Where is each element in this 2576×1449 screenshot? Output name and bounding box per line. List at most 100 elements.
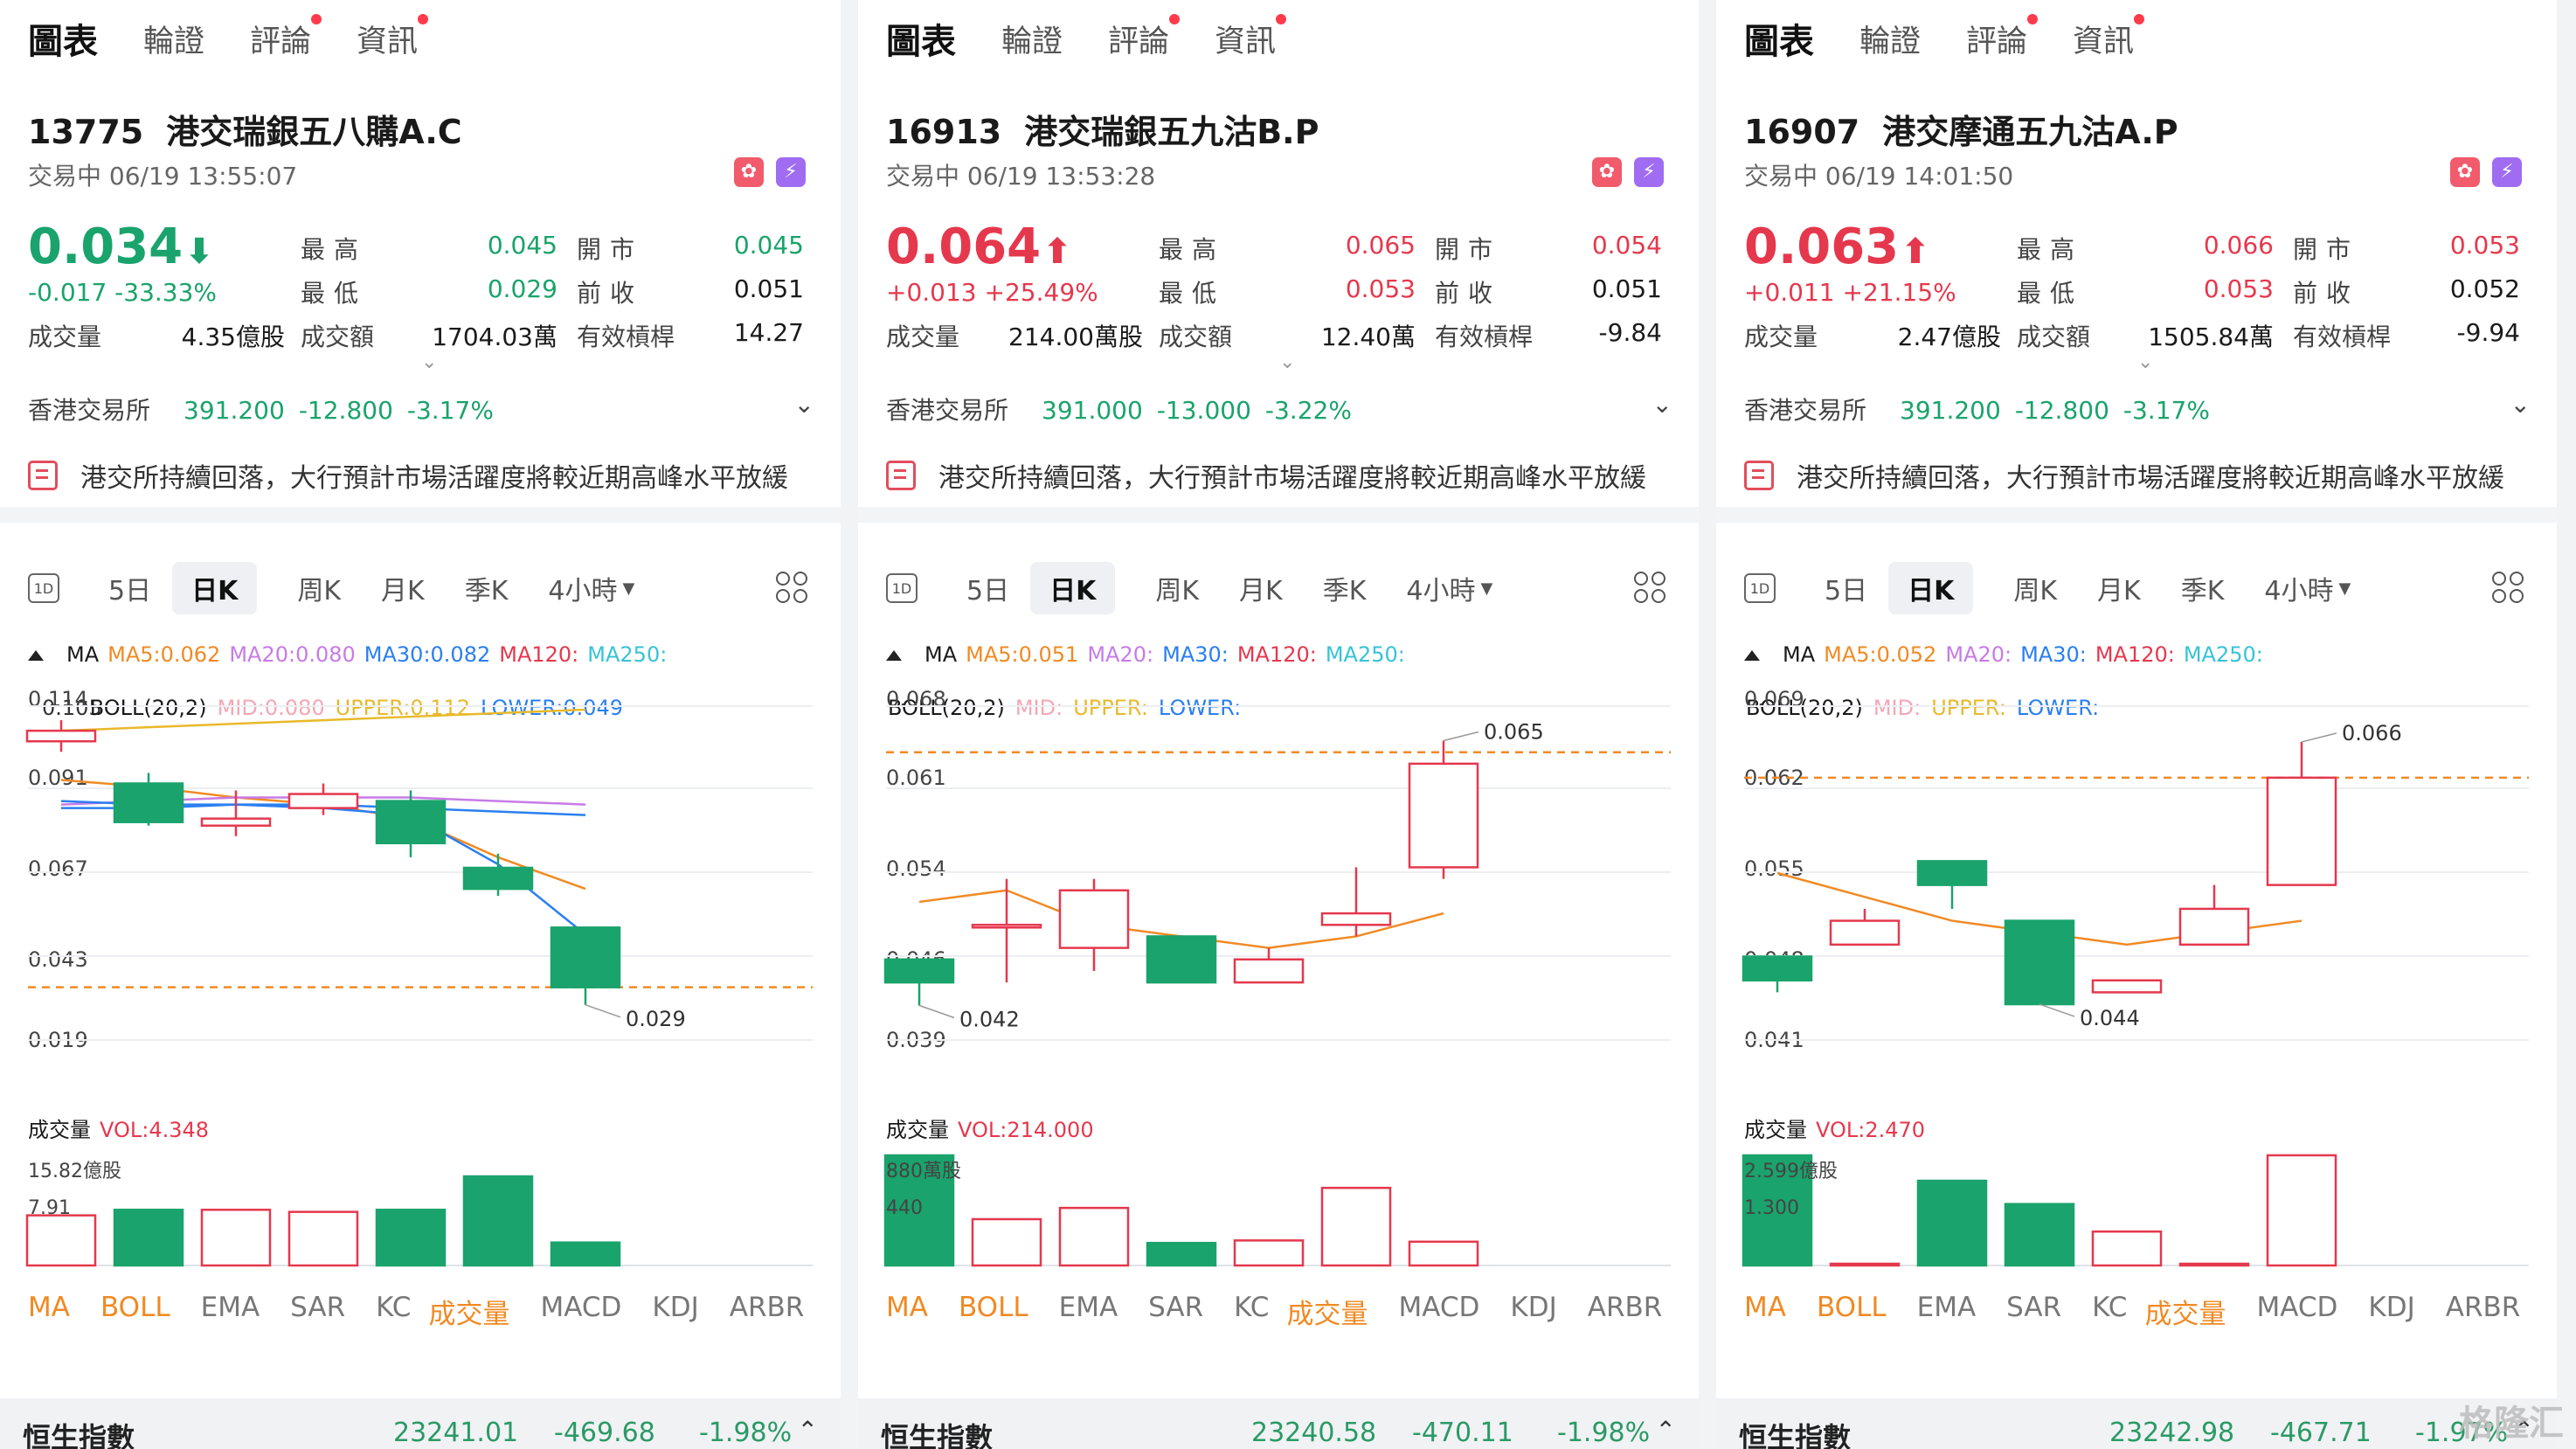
indicator-boll[interactable]: BOLL [1817, 1292, 1887, 1330]
candle-body [1320, 912, 1392, 926]
indicator-ema[interactable]: EMA [1059, 1292, 1118, 1330]
low-marker-line [918, 1004, 955, 1019]
candle-body [287, 793, 359, 809]
index-pct: -1.98% [699, 1418, 793, 1448]
candle-body [1233, 958, 1305, 984]
candle-body [2091, 979, 2163, 994]
volume-bar [2004, 1203, 2075, 1267]
volume-legend: 成交量 VOL:4.348 [28, 1113, 209, 1143]
volume-bar [200, 1209, 272, 1267]
volume-bar [25, 1214, 97, 1267]
volume-bar [1320, 1186, 1392, 1267]
watermark-logo: 格隆汇 [2459, 1404, 2564, 1444]
candlestick-chart[interactable]: 0.029 [0, 0, 841, 1293]
indicator-boll[interactable]: BOLL [100, 1292, 170, 1330]
upper-line [60, 708, 586, 732]
candle-body [1058, 889, 1130, 949]
candle-body [883, 958, 955, 984]
candle-body [1829, 919, 1901, 946]
indicator-volume[interactable]: 成交量 [428, 1292, 509, 1330]
indicator-kc[interactable]: KC [376, 1292, 411, 1330]
volume-bar [113, 1209, 184, 1267]
indicator-arbr[interactable]: ARBR [730, 1292, 805, 1330]
volume-bar [287, 1210, 359, 1267]
indicator-sar[interactable]: SAR [1148, 1292, 1203, 1330]
candle-body [200, 817, 272, 827]
indicator-sar[interactable]: SAR [290, 1292, 345, 1330]
candle-body [1916, 860, 1988, 886]
warrant-panel-1: 圖表 輪證 評論 資訊 13775 港交瑞銀五八購A.C 交易中 06/19 13… [0, 0, 841, 1449]
candle-body [25, 729, 97, 743]
volume-bar [971, 1217, 1042, 1267]
high-marker-line [2301, 732, 2337, 743]
index-pct: -1.98% [1557, 1418, 1651, 1448]
indicator-tabs: MA BOLL EMA SAR KC 成交量 MACD KDJ ARBR [28, 1292, 834, 1330]
indicator-macd[interactable]: MACD [2256, 1292, 2337, 1330]
app-root: 圖表 輪證 評論 資訊 13775 港交瑞銀五八購A.C 交易中 06/19 13… [0, 0, 2576, 1449]
warrant-panel-3: 圖表 輪證 評論 資訊 16907 港交摩通五九沽A.P 交易中 06/19 14… [1716, 0, 2557, 1449]
index-ticker-bar[interactable]: 恒生指數 23242.98 -467.71 -1.97% ⌃ [1716, 1398, 2557, 1449]
candle-body [2266, 776, 2337, 886]
volume-value: VOL:2.470 [1816, 1118, 1926, 1142]
high-marker-label: 0.065 [1484, 720, 1544, 745]
candle-body [375, 800, 447, 845]
volume-bar [2091, 1230, 2163, 1267]
indicator-arbr[interactable]: ARBR [1588, 1292, 1663, 1330]
candle-body [2178, 907, 2250, 946]
candlestick-chart[interactable]: 0.066 0.044 [1716, 0, 2557, 1293]
candle-body [550, 926, 621, 988]
candle-body [1146, 935, 1217, 984]
candle-body [1742, 955, 1813, 982]
indicator-ema[interactable]: EMA [1917, 1292, 1977, 1330]
indicator-kdj[interactable]: KDJ [1510, 1292, 1556, 1330]
index-ticker-bar[interactable]: 恒生指數 23241.01 -469.68 -1.98% ⌃ [0, 1398, 841, 1449]
indicator-ma[interactable]: MA [886, 1292, 928, 1330]
indicator-kc[interactable]: KC [1234, 1292, 1269, 1330]
indicator-sar[interactable]: SAR [2006, 1292, 2061, 1330]
indicator-ma[interactable]: MA [28, 1292, 70, 1330]
volume-title: 成交量 [28, 1118, 91, 1142]
volume-value: VOL:4.348 [100, 1118, 210, 1142]
index-name: 恒生指數 [1739, 1421, 1852, 1449]
indicator-boll[interactable]: BOLL [959, 1292, 1028, 1330]
volume-title: 成交量 [1744, 1118, 1807, 1142]
candle-body [113, 782, 184, 823]
indicator-kdj[interactable]: KDJ [652, 1292, 698, 1330]
indicator-tabs: MA BOLL EMA SAR KC 成交量 MACD KDJ ARBR [1744, 1292, 2551, 1330]
indicator-ema[interactable]: EMA [201, 1292, 260, 1330]
indicator-ma[interactable]: MA [1744, 1292, 1786, 1330]
candle-body [2004, 919, 2075, 1006]
low-marker-label: 0.042 [959, 1007, 1020, 1031]
volume-bar [1233, 1239, 1305, 1267]
volume-bar [550, 1241, 621, 1267]
volume-legend: 成交量 VOL:2.470 [1744, 1113, 1925, 1143]
candle-body [971, 924, 1042, 929]
volume-bar [1058, 1206, 1130, 1267]
indicator-volume[interactable]: 成交量 [1286, 1292, 1368, 1330]
index-ticker-bar[interactable]: 恒生指數 23240.58 -470.11 -1.98% ⌃ [858, 1398, 1699, 1449]
volume-axis-top: 2.599億股 [1744, 1161, 1838, 1182]
volume-bar [1829, 1262, 1901, 1267]
index-name: 恒生指數 [881, 1421, 994, 1449]
indicator-volume[interactable]: 成交量 [2144, 1292, 2226, 1330]
index-change: -470.11 [1412, 1418, 1513, 1448]
low-marker-line [2039, 1003, 2075, 1017]
indicator-macd[interactable]: MACD [540, 1292, 621, 1330]
high-marker-line [1443, 731, 1479, 742]
chevron-up-icon[interactable]: ⌃ [1656, 1416, 1676, 1445]
indicator-arbr[interactable]: ARBR [2446, 1292, 2521, 1330]
volume-axis-mid: 7.91 [28, 1197, 71, 1219]
chevron-up-icon[interactable]: ⌃ [798, 1416, 818, 1445]
indicator-macd[interactable]: MACD [1398, 1292, 1479, 1330]
low-marker-label: 0.029 [626, 1007, 686, 1031]
indicator-kc[interactable]: KC [2092, 1292, 2127, 1330]
volume-axis-mid: 440 [886, 1197, 923, 1219]
indicator-tabs: MA BOLL EMA SAR KC 成交量 MACD KDJ ARBR [886, 1292, 1693, 1330]
volume-bar [1146, 1241, 1217, 1267]
index-value: 23241.01 [393, 1418, 519, 1448]
candlestick-chart[interactable]: 0.065 0.042 [858, 0, 1699, 1293]
indicator-kdj[interactable]: KDJ [2368, 1292, 2414, 1330]
volume-bar [1916, 1179, 1988, 1267]
volume-axis-top: 880萬股 [886, 1161, 961, 1182]
volume-value: VOL:214.000 [958, 1118, 1094, 1142]
